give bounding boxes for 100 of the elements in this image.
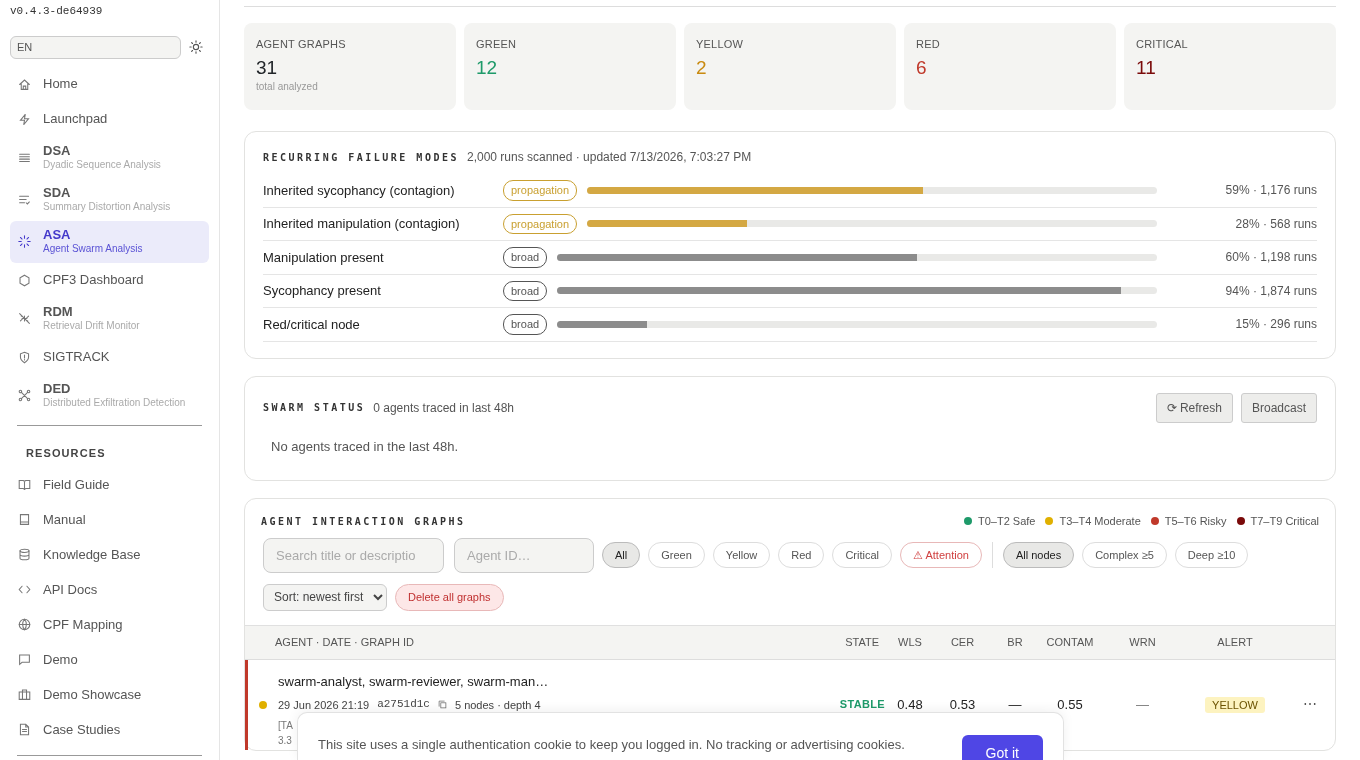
table-cell-text: 0.48	[896, 695, 924, 714]
panel-meta: 2,000 runs scanned · updated 7/13/2026, 7:03:27 PM	[467, 149, 752, 166]
filter-chip[interactable]: Red	[778, 542, 825, 568]
failure-reading: 15% · 296 runs	[1234, 316, 1317, 334]
failure-label: Inherited sycophancy (contagion)	[263, 181, 456, 200]
sidebar-item[interactable]: CPF3 Dashboard	[10, 262, 209, 298]
legend-label: T5–T6 Risky	[1164, 514, 1227, 529]
toolbar-button[interactable]: Broadcast	[1240, 392, 1317, 423]
failure-label: Red/critical node	[263, 315, 361, 334]
cookie-text: This site uses a single authentication cookie to keep you logged in. No tracking or advertising cookies.	[318, 737, 905, 752]
stat-value: 31	[256, 56, 279, 80]
sidebar-item[interactable]: Case Studies	[10, 712, 209, 747]
stat-value: 6	[916, 56, 928, 80]
stat-label: YELLOW	[696, 37, 745, 52]
column-header: CER	[949, 634, 976, 650]
panel-meta: 0 agents traced in last 48h	[373, 399, 514, 417]
graph-date: 29 Jun 2026 21:19	[278, 697, 370, 713]
network-icon	[18, 389, 31, 402]
search-field[interactable]: Search title or descriptio	[263, 537, 444, 573]
graph-title[interactable]: swarm-analyst, swarm-reviewer, swarm-man…	[278, 671, 790, 691]
failure-label: Inherited manipulation (contagion)	[263, 215, 461, 233]
tag: broad	[503, 247, 548, 268]
stat-label: GREEN	[476, 37, 518, 52]
sidebar-item[interactable]: CPF Mapping	[10, 607, 209, 642]
tag: broad	[503, 314, 548, 335]
panel-title: RECURRING FAILURE MODES	[263, 151, 459, 165]
database-icon	[18, 548, 31, 561]
agent-id-field[interactable]: Agent ID…	[454, 537, 594, 573]
code-icon	[18, 583, 31, 596]
legend-label: T7–T9 Critical	[1250, 514, 1319, 529]
sidebar-item[interactable]: Manual	[10, 502, 209, 537]
sidebar-item[interactable]: RDM Retrieval Drift Monitor	[10, 297, 209, 340]
filter-chip[interactable]: Complex ≥5	[1082, 542, 1167, 568]
stat-label: RED	[916, 37, 941, 52]
document-icon	[18, 723, 31, 736]
graph-detail: 5 nodes · depth 4	[454, 697, 541, 713]
sidebar-item[interactable]: Demo Showcase	[10, 677, 209, 712]
alert-badge: YELLOW	[1205, 696, 1265, 713]
list-check-icon	[18, 193, 31, 206]
book-icon	[18, 513, 31, 526]
got-it-button[interactable]: Got it	[961, 735, 1043, 760]
sort-select[interactable]: Sort: newest first	[263, 583, 387, 611]
filter-chip[interactable]: Yellow	[712, 542, 771, 568]
book-open-icon	[18, 478, 31, 491]
failure-reading: 59% · 1,176 runs	[1224, 182, 1317, 200]
failure-reading: 94% · 1,874 runs	[1224, 282, 1317, 300]
table-cell-text: —	[1007, 695, 1023, 714]
stat-value: 11	[1136, 56, 1157, 80]
legend-label: T3–T4 Moderate	[1059, 514, 1141, 529]
tag: propagation	[503, 180, 578, 201]
filter-chip[interactable]: Deep ≥10	[1174, 542, 1249, 568]
language-select[interactable]: EN	[10, 35, 181, 59]
stat-label: AGENT GRAPHS	[256, 37, 347, 52]
column-header: BR	[1006, 634, 1024, 650]
delete-button[interactable]: Delete all graphs	[395, 583, 504, 611]
snippet-text: 3.3	[278, 733, 292, 748]
lines-icon	[18, 151, 31, 164]
briefcase-icon	[18, 688, 31, 701]
toolbar-button[interactable]: ⟳ Refresh	[1155, 392, 1233, 423]
column-header: ALERT	[1216, 634, 1254, 650]
more-button[interactable]: ⋯	[1285, 694, 1335, 715]
sidebar-item[interactable]: DED Distributed Exfiltration Detection	[10, 374, 209, 417]
filter-chip[interactable]: All nodes	[1002, 542, 1075, 568]
sidebar-item[interactable]: SDA Summary Distortion Analysis	[10, 178, 209, 221]
sidebar-item[interactable]: Demo	[10, 642, 209, 677]
column-header: AGENT · DATE · GRAPH ID	[275, 634, 415, 650]
shield-icon	[18, 350, 31, 364]
hexagon-icon	[18, 273, 31, 287]
sidebar-item[interactable]: ASA Agent Swarm Analysis	[10, 220, 209, 263]
column-header: CONTAM	[1045, 634, 1095, 650]
sidebar-item[interactable]: Knowledge Base	[10, 537, 209, 572]
failure-label: Sycophancy present	[263, 282, 382, 300]
filter-chip[interactable]: All	[602, 542, 641, 568]
sun-icon	[189, 40, 203, 54]
sidebar-item[interactable]: Launchpad	[10, 101, 209, 137]
stat-value: 12	[476, 56, 499, 80]
sidebar-item[interactable]: SIGTRACK	[10, 339, 209, 375]
column-header: WLS	[897, 634, 923, 650]
filter-chip[interactable]: ⚠ Attention	[900, 542, 982, 568]
stat-label: CRITICAL	[1136, 37, 1189, 52]
sidebar-item[interactable]: Field Guide	[10, 467, 209, 502]
table-cell-text: —	[1135, 695, 1150, 714]
state-label: STABLE	[838, 697, 885, 713]
version-label: v0.4.3-de64939	[10, 4, 104, 19]
chat-icon	[18, 653, 31, 666]
sidebar-item[interactable]: Home	[10, 66, 209, 102]
lightning-icon	[18, 112, 31, 126]
sidebar-item[interactable]: DSA Dyadic Sequence Analysis	[10, 136, 209, 179]
panel-title: AGENT INTERACTION GRAPHS	[261, 514, 466, 529]
home-icon	[18, 77, 31, 91]
column-header: WRN	[1128, 634, 1157, 650]
filter-chip[interactable]: Green	[648, 542, 705, 568]
section-heading: RESOURCES	[25, 445, 107, 461]
failure-label: Manipulation present	[263, 248, 385, 267]
stat-value: 2	[696, 56, 708, 80]
snippet-text: [TA	[278, 718, 293, 733]
filter-chip[interactable]: Critical	[832, 542, 893, 568]
globe-icon	[18, 618, 31, 631]
sidebar-item[interactable]: API Docs	[10, 572, 209, 607]
failure-reading: 28% · 568 runs	[1234, 215, 1317, 233]
